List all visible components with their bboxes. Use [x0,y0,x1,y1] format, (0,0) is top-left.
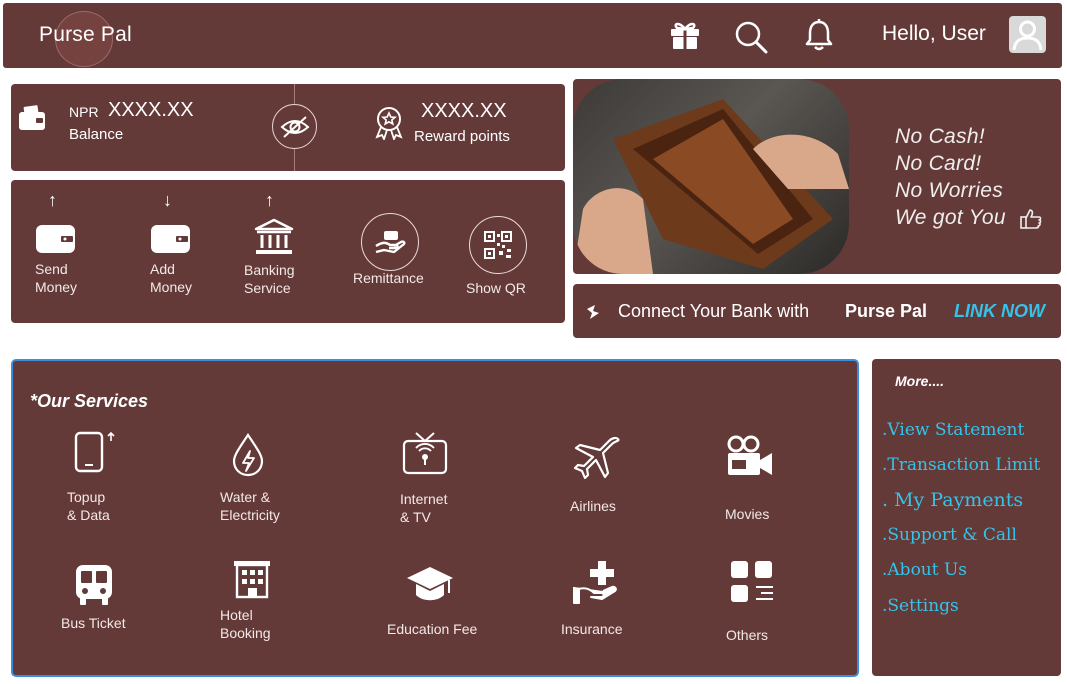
movies-label: Movies [725,506,770,522]
wallet-icon [150,223,192,255]
service-bus-ticket[interactable]: Bus Ticket [59,563,149,643]
connect-bank-bar: Connect Your Bank with Purse Pal LINK NO… [573,284,1061,338]
thumbs-up-icon [1020,208,1042,230]
app-logo[interactable]: Purse Pal [39,23,132,47]
insurance-label: Insurance [561,621,623,637]
user-avatar-icon[interactable] [1009,16,1046,53]
send-money-button[interactable]: ↑ Send Money [35,190,105,316]
movie-camera-icon [726,435,774,479]
more-panel: More.... .View Statement .Transaction Li… [872,359,1061,676]
add-money-button[interactable]: ↓ Add Money [150,190,220,316]
topup-label-1: Topup [67,489,106,505]
bell-icon[interactable] [804,18,834,52]
add-money-label-1: Add [150,261,175,277]
others-label: Others [726,627,769,643]
banking-label-2: Service [244,280,291,296]
service-education-fee[interactable]: Education Fee [385,565,495,645]
promo-banner[interactable]: No Cash! No Card! No Worries We got You [573,79,1061,274]
education-label: Education Fee [387,621,478,637]
arrow-up-icon: ↑ [265,190,274,210]
bus-label: Bus Ticket [61,615,126,631]
promo-line-3: No Worries [895,179,1004,202]
quick-actions: ↑ Send Money ↓ Add Money ↑ Banking Servi… [11,180,565,323]
services-title: *Our Services [30,391,149,411]
transaction-limit-link[interactable]: .Transaction Limit [882,455,1040,475]
currency-label: NPR [69,104,99,120]
bank-icon [254,218,294,256]
grid-icon [729,559,775,605]
view-statement-link[interactable]: .View Statement [882,420,1024,440]
about-us-link[interactable]: .About Us [882,560,967,580]
airlines-label: Airlines [570,498,616,514]
qr-code-icon [483,230,513,260]
topup-label-2: & Data [67,507,110,523]
settings-link[interactable]: .Settings [882,596,959,616]
hide-balance-toggle[interactable] [272,104,317,149]
service-topup[interactable]: Topup & Data [63,431,143,526]
promo-line-1: No Cash! [895,125,985,148]
our-services-panel: *Our Services Topup & Data Water & Elect… [11,359,859,677]
balance-label: Balance [69,126,124,143]
more-title: More.... [895,373,945,389]
send-money-label-2: Money [35,279,78,295]
empty-wallet-image [573,79,849,274]
phone-topup-icon [73,431,117,475]
promo-line-4: We got You [895,206,1006,229]
connect-bank-brand: Purse Pal [845,301,928,321]
service-movies[interactable]: Movies [721,435,801,525]
add-money-label-2: Money [150,279,193,295]
banking-service-button[interactable]: ↑ Banking Service [244,190,314,316]
water-label-1: Water & [220,489,271,505]
water-electricity-icon [230,433,266,477]
water-label-2: Electricity [220,507,280,523]
cursor-icon [585,303,601,321]
search-icon[interactable] [734,20,768,54]
show-qr-label: Show QR [466,280,526,296]
bus-icon [73,563,115,607]
service-airlines[interactable]: Airlines [566,435,646,525]
reward-amount: XXXX.XX [421,100,507,122]
eye-slash-icon [280,114,310,140]
support-call-link[interactable]: .Support & Call [882,525,1017,545]
wallet-icon [35,223,77,255]
balance-amount: XXXX.XX [108,99,194,121]
hand-money-icon [374,228,406,256]
top-header: Purse Pal Hello, User [3,3,1062,68]
show-qr-button[interactable]: Show QR [461,216,541,316]
arrow-down-icon: ↓ [163,190,172,210]
hotel-label-2: Booking [220,625,271,641]
connect-bank-text: Connect Your Bank with [618,301,810,321]
greeting-text: Hello, User [882,22,986,45]
service-hotel-booking[interactable]: Hotel Booking [218,559,308,649]
promo-line-2: No Card! [895,152,982,175]
arrow-up-icon: ↑ [48,190,57,210]
gift-icon[interactable] [668,19,702,51]
reward-badge-icon [373,106,405,140]
tv-icon [402,431,448,477]
banking-label-1: Banking [244,262,295,278]
internet-label-1: Internet [400,491,448,507]
graduation-cap-icon [405,565,455,605]
service-water-electricity[interactable]: Water & Electricity [218,433,308,528]
hotel-label-1: Hotel [220,607,253,623]
link-now-button[interactable]: LINK NOW [954,301,1045,322]
service-others[interactable]: Others [725,559,805,649]
my-payments-link[interactable]: . My Payments [882,489,1023,511]
service-internet-tv[interactable]: Internet & TV [398,431,478,531]
insurance-hand-icon [571,559,619,607]
wallet-icon [18,104,46,132]
airplane-icon [572,435,622,479]
remittance-button[interactable]: Remittance [351,213,437,313]
service-insurance[interactable]: Insurance [561,559,651,649]
remittance-label: Remittance [353,270,424,286]
send-money-label-1: Send [35,261,68,277]
reward-label: Reward points [414,128,510,145]
internet-label-2: & TV [400,509,431,525]
hotel-icon [232,559,272,599]
balance-card: NPR XXXX.XX Balance XXXX.XX Reward point… [11,84,565,171]
